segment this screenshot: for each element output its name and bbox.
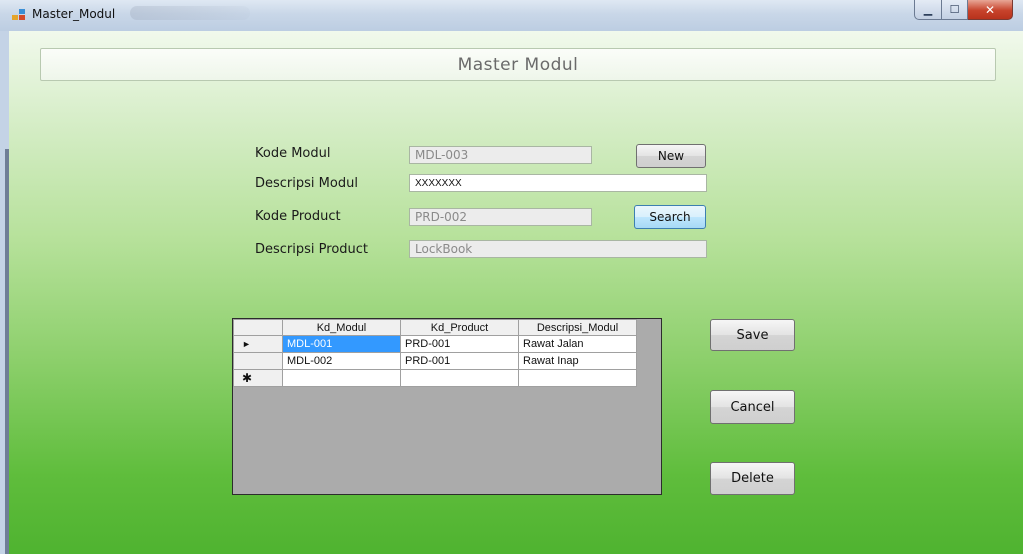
column-header-descripsi-modul[interactable]: Descripsi_Modul — [518, 319, 637, 336]
grid-cell[interactable] — [400, 369, 519, 387]
header-panel: Master Modul — [40, 48, 996, 81]
row-header[interactable] — [233, 352, 283, 370]
grid-cell[interactable]: MDL-002 — [282, 352, 401, 370]
cancel-button[interactable]: Cancel — [710, 390, 795, 424]
close-button[interactable]: ✕ — [968, 0, 1013, 20]
column-header-kd-product[interactable]: Kd_Product — [400, 319, 519, 336]
grid-cell[interactable] — [518, 369, 637, 387]
minimize-icon: ▁ — [923, 3, 933, 16]
page-title: Master Modul — [457, 54, 579, 75]
column-header-kd-modul[interactable]: Kd_Modul — [282, 319, 401, 336]
title-bar-blur — [130, 6, 250, 20]
modul-data-grid[interactable]: Kd_Modul Kd_Product Descripsi_Modul ► MD… — [232, 318, 662, 495]
delete-button[interactable]: Delete — [710, 462, 795, 495]
grid-header-row: Kd_Modul Kd_Product Descripsi_Modul — [233, 319, 637, 336]
grid-cell[interactable]: PRD-001 — [400, 335, 519, 353]
window-left-frame — [0, 31, 9, 554]
descripsi-product-field[interactable]: LockBook — [409, 240, 707, 258]
new-row[interactable]: ✱ — [233, 369, 637, 387]
descripsi-product-label: Descripsi Product — [255, 242, 369, 257]
descripsi-modul-label: Descripsi Modul — [255, 176, 358, 191]
table-row[interactable]: ► MDL-001 PRD-001 Rawat Jalan — [233, 335, 637, 353]
minimize-button[interactable]: ▁ — [914, 0, 942, 20]
grid-corner-cell — [233, 319, 283, 336]
descripsi-modul-field[interactable]: XXXXXXX — [409, 174, 707, 192]
search-button[interactable]: Search — [634, 205, 706, 229]
kode-product-field[interactable]: PRD-002 — [409, 208, 592, 226]
grid-cell[interactable]: Rawat Jalan — [518, 335, 637, 353]
grid-cell[interactable]: PRD-001 — [400, 352, 519, 370]
save-button[interactable]: Save — [710, 319, 795, 351]
table-row[interactable]: MDL-002 PRD-001 Rawat Inap — [233, 352, 637, 370]
app-icon[interactable] — [12, 9, 26, 21]
maximize-icon: ☐ — [949, 3, 960, 16]
maximize-button[interactable]: ☐ — [942, 0, 968, 20]
kode-product-label: Kode Product — [255, 209, 341, 224]
new-button[interactable]: New — [636, 144, 706, 168]
form-client-area: Master Modul Kode Modul MDL-003 New Desc… — [9, 31, 1023, 554]
grid-cell[interactable] — [282, 369, 401, 387]
grid-cell[interactable]: Rawat Inap — [518, 352, 637, 370]
kode-modul-field[interactable]: MDL-003 — [409, 146, 592, 164]
close-icon: ✕ — [984, 2, 996, 17]
row-header-new-icon[interactable]: ✱ — [233, 369, 283, 387]
kode-modul-label: Kode Modul — [255, 146, 331, 161]
grid-cell[interactable]: MDL-001 — [282, 335, 401, 353]
row-header-current-icon[interactable]: ► — [233, 335, 283, 353]
window-title: Master_Modul — [32, 7, 116, 21]
title-bar[interactable]: Master_Modul ▁ ☐ ✕ — [0, 0, 1023, 31]
